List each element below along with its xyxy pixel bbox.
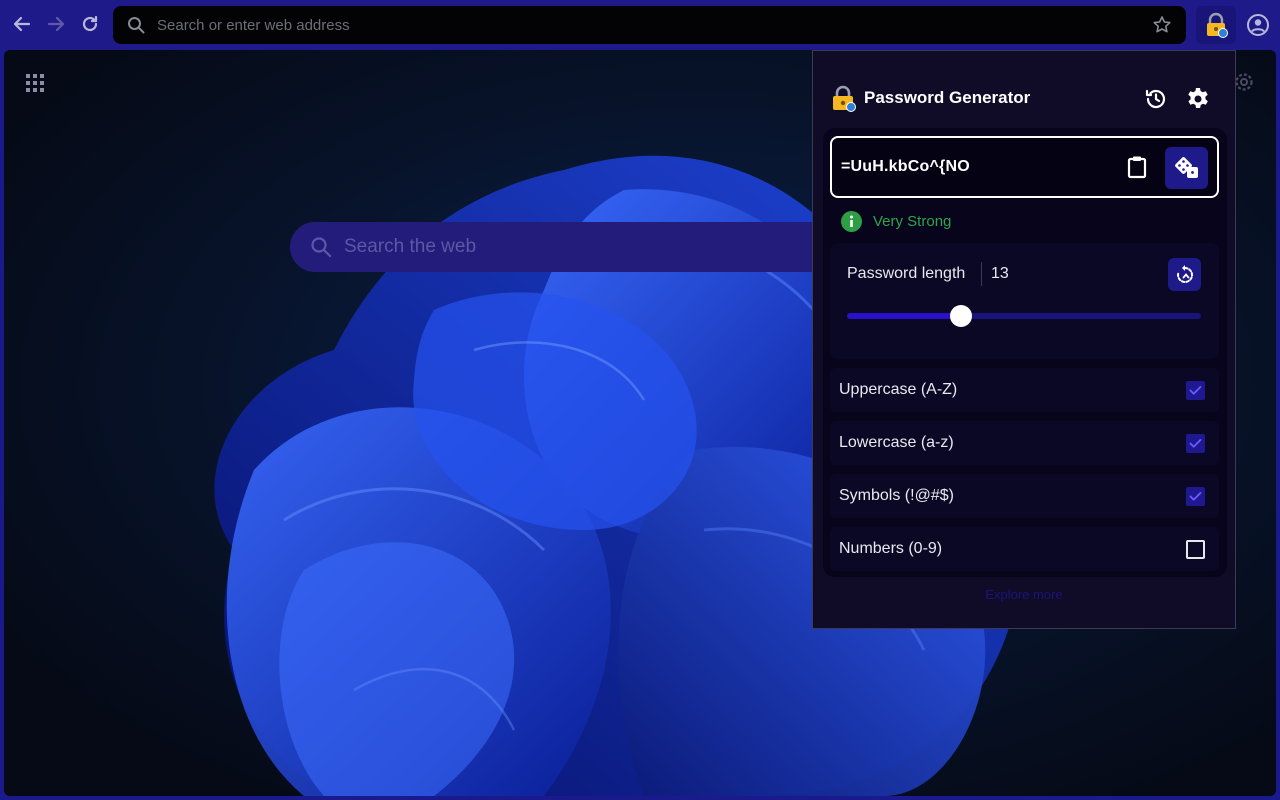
web-search-bar[interactable] — [290, 222, 850, 272]
reload-icon — [82, 15, 98, 32]
option-label: Numbers (0-9) — [839, 540, 943, 557]
numbers-checkbox[interactable] — [1186, 540, 1205, 559]
info-icon — [841, 210, 862, 232]
strength-label: Very Strong — [873, 212, 952, 230]
slider-thumb[interactable] — [950, 305, 972, 327]
option-uppercase[interactable]: Uppercase (A-Z) — [830, 368, 1219, 412]
slider-fill — [847, 313, 961, 319]
uppercase-checkbox[interactable] — [1186, 381, 1205, 400]
popup-title: Password Generator — [864, 88, 1031, 107]
forward-button[interactable] — [44, 12, 68, 36]
popup-header: Password Generator — [813, 51, 1235, 131]
length-panel: Password length 13 — [830, 243, 1219, 359]
reset-length-button[interactable] — [1168, 258, 1201, 291]
star-icon[interactable] — [1152, 15, 1172, 35]
address-bar[interactable] — [113, 6, 1186, 44]
address-input[interactable] — [157, 10, 1117, 40]
symbols-checkbox[interactable] — [1186, 487, 1205, 506]
check-icon — [1189, 492, 1202, 501]
option-label: Symbols (!@#$) — [839, 487, 954, 504]
reset-icon — [1176, 264, 1193, 283]
generate-button[interactable] — [1165, 147, 1208, 189]
password-text[interactable]: =UuH.kbCo^{NO — [841, 158, 970, 176]
option-symbols[interactable]: Symbols (!@#$) — [830, 474, 1219, 518]
profile-icon — [1247, 14, 1269, 36]
length-value: 13 — [991, 265, 1009, 282]
back-button[interactable] — [10, 12, 34, 36]
extension-button[interactable] — [1196, 6, 1236, 44]
search-icon — [128, 17, 145, 34]
option-numbers[interactable]: Numbers (0-9) — [830, 527, 1219, 571]
copy-button[interactable] — [1124, 154, 1150, 180]
profile-button[interactable] — [1246, 13, 1270, 37]
lowercase-checkbox[interactable] — [1186, 434, 1205, 453]
browser-toolbar — [0, 0, 1280, 50]
arrow-right-icon — [47, 16, 65, 32]
clipboard-icon — [1127, 156, 1147, 179]
password-output[interactable]: =UuH.kbCo^{NO — [830, 136, 1219, 198]
history-icon — [1145, 89, 1166, 109]
reload-button[interactable] — [78, 12, 102, 36]
dice-icon — [1174, 157, 1198, 178]
option-label: Uppercase (A-Z) — [839, 381, 958, 398]
gear-icon — [1188, 88, 1208, 108]
option-label: Lowercase (a-z) — [839, 434, 954, 451]
explore-more-link[interactable]: Explore more — [813, 587, 1235, 602]
length-label: Password length — [847, 265, 966, 282]
strength-indicator: Very Strong — [841, 210, 951, 232]
check-icon — [1189, 386, 1202, 395]
length-divider — [981, 262, 982, 286]
generator-card: =UuH.kbCo^{NO Very Strong Password lengt… — [823, 128, 1227, 577]
check-icon — [1189, 439, 1202, 448]
grid-icon[interactable] — [26, 74, 44, 92]
option-lowercase[interactable]: Lowercase (a-z) — [830, 421, 1219, 465]
arrow-left-icon — [13, 16, 31, 32]
password-generator-popup: Password Generator =UuH.kbCo^{NO Very St… — [812, 50, 1236, 629]
search-icon — [311, 237, 332, 258]
lock-icon — [1207, 12, 1228, 38]
settings-button[interactable] — [1185, 86, 1211, 112]
lock-icon — [833, 85, 856, 112]
web-search-input[interactable] — [344, 232, 824, 262]
length-slider[interactable] — [847, 305, 1201, 327]
history-button[interactable] — [1143, 86, 1169, 112]
